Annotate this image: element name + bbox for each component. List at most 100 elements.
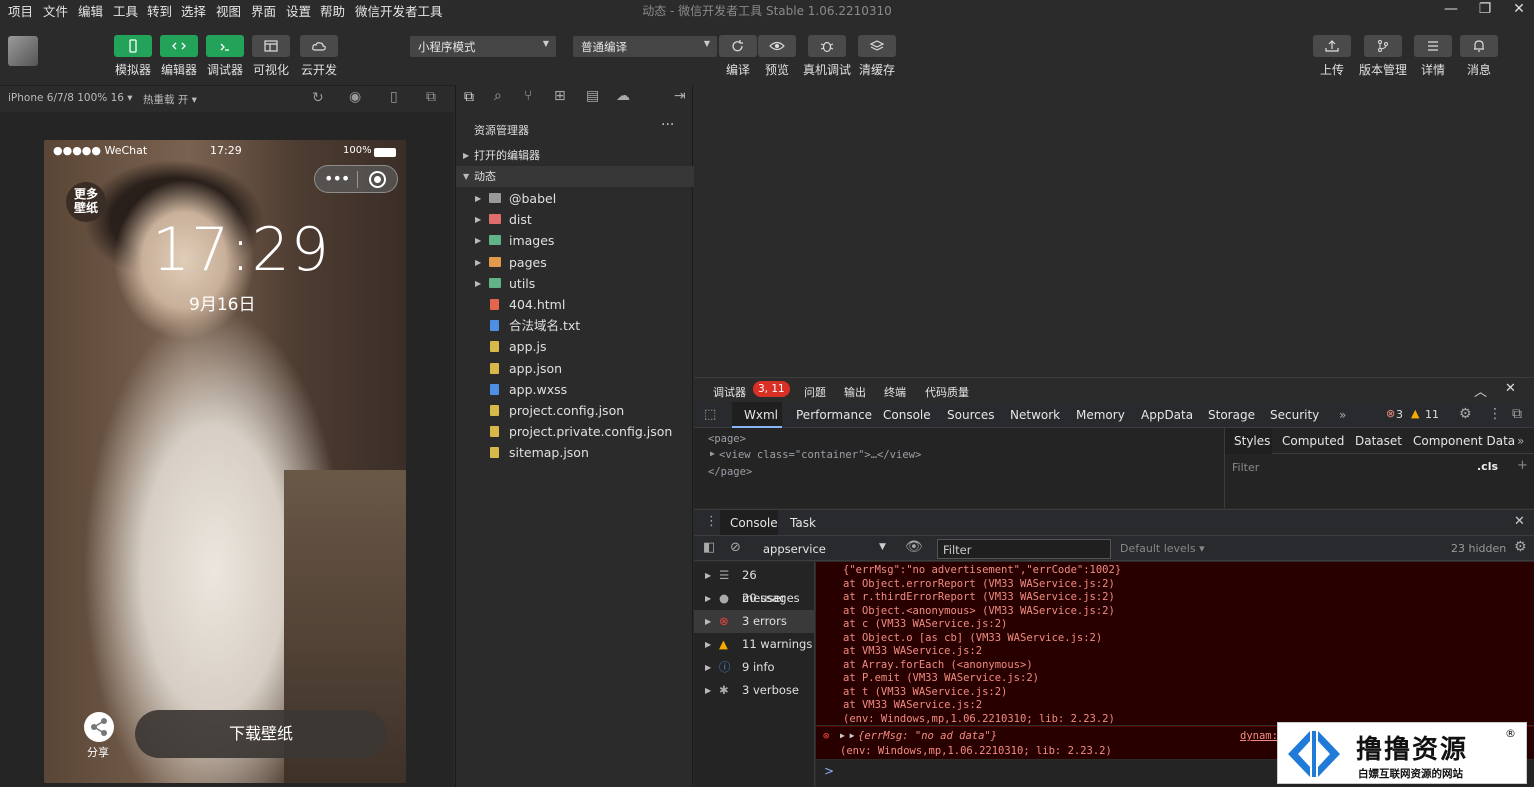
kebab-icon[interactable]: ⋮: [1488, 406, 1502, 422]
tab-wxml[interactable]: Wxml: [744, 408, 778, 422]
rotate-icon[interactable]: ↻: [312, 90, 324, 106]
mode-select[interactable]: 小程序模式 ▼: [410, 36, 556, 57]
storage-icon[interactable]: ▤: [586, 88, 599, 104]
cloud-dev-button[interactable]: [300, 35, 338, 57]
device-icon[interactable]: ▯: [390, 89, 398, 105]
minimize-icon[interactable]: —: [1440, 0, 1462, 20]
tab-network[interactable]: Network: [1010, 408, 1060, 422]
folder-item[interactable]: ▶ dist: [456, 209, 694, 230]
folder-item[interactable]: ▶ @babel: [456, 188, 694, 209]
messages-button[interactable]: [1460, 35, 1498, 57]
download-button[interactable]: 下载壁纸: [135, 710, 387, 758]
git-icon[interactable]: ⑂: [524, 88, 532, 104]
phone-screen[interactable]: ●●●●● WeChat 17:29 100% ••• 更多壁纸 17:29 9…: [44, 140, 406, 783]
file-item[interactable]: app.json: [456, 358, 694, 379]
file-item[interactable]: 合法域名.txt: [456, 315, 694, 336]
tab-problems[interactable]: 问题: [804, 384, 826, 400]
file-item[interactable]: project.config.json: [456, 400, 694, 421]
error2-source-link[interactable]: dynam:: [1240, 730, 1278, 742]
hotreload-toggle[interactable]: 热重载 开 ▾: [143, 92, 197, 107]
sidebar-item-messages[interactable]: ▶ ☰ 26 messages: [694, 564, 815, 605]
sidebar-item-errors[interactable]: ▶ ⊗ 3 errors: [694, 610, 815, 633]
dock-icon[interactable]: ⧉: [1512, 406, 1522, 422]
maximize-icon[interactable]: ❐: [1474, 0, 1496, 20]
editor-button[interactable]: [160, 35, 198, 57]
folder-item[interactable]: ▶ pages: [456, 252, 694, 273]
wxml-page-close[interactable]: </page>: [708, 466, 752, 478]
gear-icon[interactable]: ⚙: [1514, 539, 1527, 555]
clear-console-icon[interactable]: ⊘: [730, 540, 741, 555]
tab-code-quality[interactable]: 代码质量: [925, 384, 969, 400]
tab-console[interactable]: Console: [883, 408, 931, 422]
file-item[interactable]: app.wxss: [456, 379, 694, 400]
files-icon[interactable]: ⧉: [464, 89, 474, 105]
capsule-menu[interactable]: •••: [314, 165, 398, 193]
remote-debug-button[interactable]: [808, 35, 846, 57]
wxml-page-open[interactable]: <page>: [708, 433, 746, 445]
console-error-message[interactable]: {"errMsg":"no advertisement","errCode":1…: [816, 562, 1534, 725]
tab-appdata[interactable]: AppData: [1141, 408, 1193, 422]
docker-icon[interactable]: ☁: [616, 88, 630, 104]
simulator-button[interactable]: [114, 35, 152, 57]
device-select[interactable]: iPhone 6/7/8 100% 16 ▾: [8, 92, 133, 104]
more-dots-icon[interactable]: •••: [324, 169, 350, 188]
file-item[interactable]: project.private.config.json: [456, 421, 694, 442]
tab-performance[interactable]: Performance: [796, 408, 872, 422]
cls-toggle[interactable]: .cls: [1477, 460, 1498, 473]
record-icon[interactable]: ◉: [349, 89, 361, 105]
tab-task[interactable]: Task: [790, 516, 816, 530]
details-button[interactable]: [1414, 35, 1452, 57]
wxml-tree[interactable]: <page> ▶ <view class="container">…</view…: [694, 428, 1224, 508]
file-item[interactable]: app.js: [456, 336, 694, 357]
section-open-editors[interactable]: ▶ 打开的编辑器: [456, 145, 694, 166]
styles-filter-input[interactable]: Filter: [1232, 461, 1259, 474]
tab-security[interactable]: Security: [1270, 408, 1319, 422]
gear-icon[interactable]: ⚙: [1459, 406, 1472, 422]
tab-sources[interactable]: Sources: [947, 408, 994, 422]
chevron-up-icon[interactable]: ︿: [1474, 381, 1487, 400]
levels-select[interactable]: Default levels ▾: [1120, 542, 1205, 555]
folder-item[interactable]: ▶ utils: [456, 273, 694, 294]
extensions-icon[interactable]: ⊞: [554, 88, 566, 104]
more-icon[interactable]: ···: [661, 117, 674, 133]
wxml-view-node[interactable]: <view class="container">…</view>: [719, 449, 921, 461]
debugger-button[interactable]: [206, 35, 244, 57]
close-debugger-icon[interactable]: ✕: [1505, 381, 1516, 396]
close-drawer-icon[interactable]: ✕: [1514, 514, 1525, 529]
add-style-icon[interactable]: +: [1517, 458, 1528, 473]
tab-styles[interactable]: Styles: [1234, 434, 1270, 448]
close-capsule-icon[interactable]: [369, 171, 386, 188]
compile-button[interactable]: [719, 35, 757, 57]
search-icon[interactable]: ⌕: [494, 88, 502, 104]
file-item[interactable]: sitemap.json: [456, 442, 694, 463]
tab-component-data[interactable]: Component Data: [1413, 434, 1515, 448]
tab-debugger[interactable]: 调试器: [713, 384, 746, 400]
tab-drawer-console[interactable]: Console: [730, 516, 778, 530]
sidebar-item-warnings[interactable]: ▶ ▲ 11 warnings: [694, 633, 815, 656]
clear-cache-button[interactable]: [858, 35, 896, 57]
popout-icon[interactable]: ⧉: [426, 89, 436, 105]
visual-button[interactable]: [252, 35, 290, 57]
preview-button[interactable]: [758, 35, 796, 57]
compile-select[interactable]: 普通编译 ▼: [573, 36, 717, 57]
collapse-sidebar-icon[interactable]: ⇥: [674, 88, 686, 104]
console-filter-input[interactable]: Filter: [937, 539, 1111, 559]
file-item[interactable]: 404.html: [456, 294, 694, 315]
more-wallpaper-badge[interactable]: 更多壁纸: [66, 182, 106, 222]
share-icon[interactable]: [84, 712, 114, 742]
folder-item[interactable]: ▶ images: [456, 230, 694, 251]
tab-memory[interactable]: Memory: [1076, 408, 1125, 422]
sidebar-toggle-icon[interactable]: ◧: [703, 540, 715, 555]
avatar[interactable]: [8, 36, 38, 66]
kebab-icon[interactable]: ⋮: [705, 514, 718, 529]
tab-computed[interactable]: Computed: [1282, 434, 1344, 448]
tab-terminal[interactable]: 终端: [884, 384, 906, 400]
section-project[interactable]: ▼ 动态: [456, 166, 694, 187]
sidebar-item-user-messages[interactable]: ▶●20 user mes...: [694, 587, 815, 628]
chevron-right-icon[interactable]: ▶: [710, 449, 715, 458]
sidebar-item-info[interactable]: ▶ ⓘ 9 info: [694, 656, 815, 679]
tab-storage[interactable]: Storage: [1208, 408, 1255, 422]
upload-button[interactable]: [1313, 35, 1351, 57]
more-tabs-icon[interactable]: »: [1517, 434, 1524, 448]
tab-output[interactable]: 输出: [844, 384, 866, 400]
